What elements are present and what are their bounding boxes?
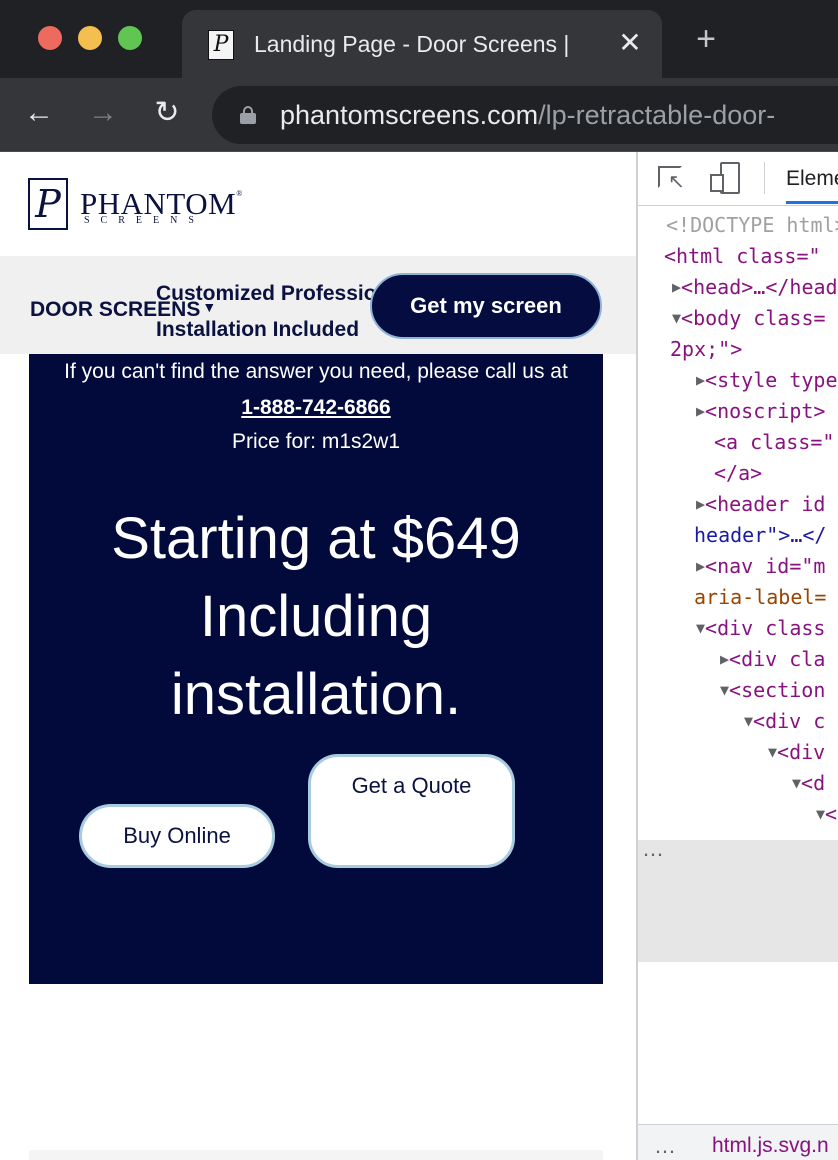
collapse-triangle-icon[interactable]: ▼ — [720, 681, 729, 699]
dom-node[interactable]: header">…</ — [694, 520, 826, 551]
dom-node[interactable]: ▼<d — [792, 768, 825, 799]
expand-triangle-icon[interactable]: ▶ — [696, 371, 705, 389]
collapse-triangle-icon[interactable]: ▼ — [792, 774, 801, 792]
collapse-triangle-icon[interactable]: ▼ — [768, 743, 777, 761]
browser-tab-active[interactable]: P Landing Page - Door Screens | ✕ — [182, 10, 662, 78]
address-bar[interactable]: phantomscreens.com/lp-retractable-door- — [212, 86, 838, 144]
dom-node[interactable]: ▶<head>…</head> — [672, 272, 838, 303]
new-tab-icon[interactable]: + — [690, 22, 722, 56]
expand-triangle-icon[interactable]: ▶ — [696, 402, 705, 420]
headline-line2: Including — [199, 584, 433, 649]
dom-node[interactable]: ▼<div — [768, 737, 825, 768]
collapse-triangle-icon[interactable]: ▼ — [672, 309, 681, 327]
headline-line3: installation. — [170, 662, 462, 727]
dom-tree: <!DOCTYPE html> <html class=" ▶<head>…</… — [638, 208, 838, 838]
expand-triangle-icon[interactable]: ▶ — [696, 495, 705, 513]
phone-link[interactable]: 1-888-742-6866 — [241, 396, 390, 419]
minimize-window-button[interactable] — [78, 26, 102, 50]
hero-help-message: If you can't find the answer you need, p… — [64, 360, 568, 383]
get-my-screen-button[interactable]: Get my screen — [370, 273, 602, 339]
collapse-triangle-icon[interactable]: ▼ — [744, 712, 753, 730]
hero-headline: Starting at $649 Including installation. — [29, 500, 603, 734]
nav-tagline-line2: Installation Included — [156, 318, 360, 341]
get-a-quote-button[interactable]: Get a Quote — [308, 754, 515, 868]
dom-node[interactable]: ▼<section — [720, 675, 825, 706]
devtools-panel: ↖ Elements <!DOCTYPE html> <html class="… — [636, 152, 838, 1160]
forward-arrow-icon[interactable]: → — [86, 96, 120, 130]
hero-section: If you can't find the answer you need, p… — [29, 354, 603, 984]
expand-triangle-icon[interactable]: ▶ — [672, 278, 681, 296]
dom-node[interactable]: ▶<header id — [696, 489, 825, 520]
expand-triangle-icon[interactable]: ▶ — [720, 650, 729, 668]
url-path: /lp-retractable-door- — [538, 100, 776, 130]
site-logo[interactable]: P PHANTOM® SCREENS — [28, 176, 258, 232]
url-text[interactable]: phantomscreens.com/lp-retractable-door- — [280, 98, 775, 132]
next-section-edge — [29, 1150, 603, 1160]
tab-title: Landing Page - Door Screens | — [254, 31, 570, 57]
dom-node[interactable]: ▼< — [816, 799, 837, 830]
device-toolbar-icon[interactable] — [710, 162, 742, 194]
dom-node[interactable]: 2px;"> — [670, 334, 742, 365]
dom-node[interactable]: ▶<div cla — [720, 644, 825, 675]
buy-online-button[interactable]: Buy Online — [79, 804, 275, 868]
reload-icon[interactable]: ↻ — [150, 96, 184, 130]
dom-node[interactable]: ▼<div class — [696, 613, 825, 644]
dom-node[interactable]: <html class=" — [664, 241, 821, 272]
lock-icon[interactable] — [240, 106, 256, 124]
dom-node[interactable]: </a> — [714, 458, 762, 489]
zoom-window-button[interactable] — [118, 26, 142, 50]
collapse-triangle-icon[interactable]: ▼ — [696, 619, 705, 637]
dom-node[interactable]: ▶<style type — [696, 365, 837, 396]
hero-help-text: If you can't find the answer you need, p… — [59, 354, 573, 426]
more-ellipsis-icon[interactable]: … — [642, 838, 664, 860]
inspect-element-icon[interactable]: ↖ — [658, 164, 688, 194]
nav-tagline: Customized Professional Installation Inc… — [156, 276, 378, 342]
dom-node[interactable]: ▶<nav id="m — [696, 551, 825, 582]
dom-node[interactable]: ▼<div c — [744, 706, 825, 737]
collapse-triangle-icon[interactable]: ▼ — [816, 805, 825, 823]
back-arrow-icon[interactable]: ← — [22, 96, 56, 130]
toolbar-divider — [764, 162, 765, 194]
headline-line1: Starting at $649 — [111, 506, 521, 571]
dom-node[interactable]: aria-label= — [694, 582, 826, 613]
expand-triangle-icon[interactable]: ▶ — [696, 557, 705, 575]
logo-mark-icon: P — [28, 178, 68, 230]
dom-node[interactable]: <!DOCTYPE html> — [666, 210, 838, 241]
dom-node[interactable]: <a class=" — [714, 427, 834, 458]
browser-tab-bar: P Landing Page - Door Screens | ✕ + — [0, 0, 838, 78]
nav-tagline-line1: Customized Professional — [156, 282, 378, 305]
browser-toolbar: ← → ↻ phantomscreens.com/lp-retractable-… — [0, 78, 838, 152]
devtools-toolbar: ↖ Elements — [638, 152, 838, 206]
tab-close-icon[interactable]: ✕ — [616, 28, 644, 58]
tab-elements[interactable]: Elements — [786, 164, 838, 204]
url-host: phantomscreens.com — [280, 100, 539, 130]
dom-overflow-region: … — [638, 838, 838, 962]
close-window-button[interactable] — [38, 26, 62, 50]
breadcrumb-html[interactable]: html.js.svg.n — [712, 1131, 829, 1160]
site-navigation: DOOR SCREENS▼ Customized Professional In… — [0, 256, 636, 354]
logo-subtitle: SCREENS — [84, 215, 205, 226]
page-viewport: P PHANTOM® SCREENS DOOR SCREENS ▼ Customi… — [0, 152, 636, 1160]
breadcrumb-overflow-icon[interactable]: … — [654, 1131, 676, 1160]
devtools-breadcrumb-bar: … html.js.svg.n — [638, 1124, 838, 1160]
favicon-icon: P — [208, 30, 234, 60]
dom-node[interactable]: ▶<noscript> — [696, 396, 825, 427]
dom-node[interactable]: ▼<body class= — [672, 303, 826, 334]
price-for-text: Price for: m1s2w1 — [231, 430, 401, 453]
